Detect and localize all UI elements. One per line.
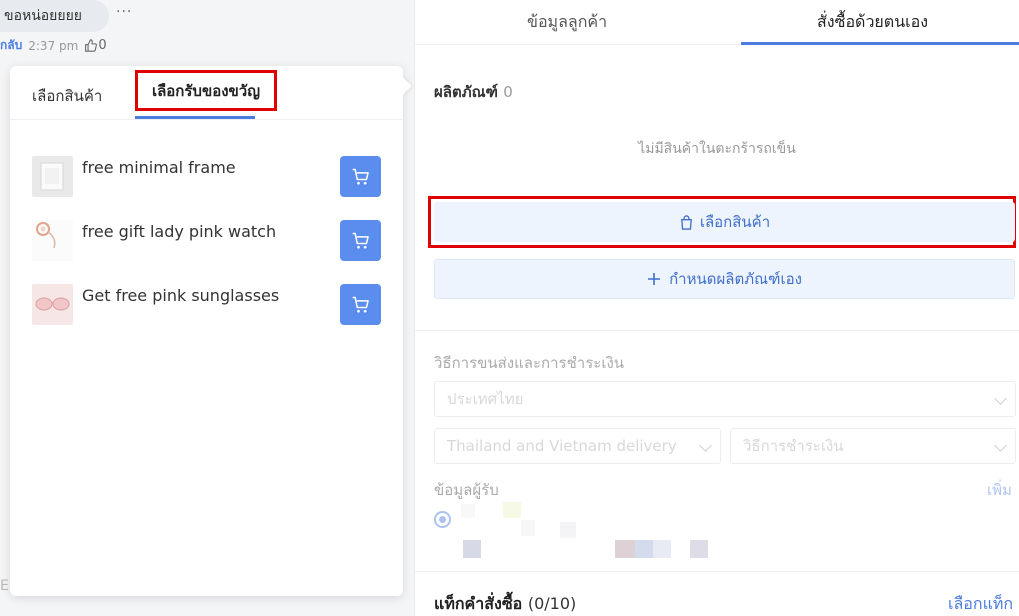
delivery-value: Thailand and Vietnam delivery bbox=[447, 437, 677, 455]
list-item: free minimal frame bbox=[32, 156, 382, 198]
product-name: free gift lady pink watch bbox=[82, 222, 277, 241]
redacted-text bbox=[635, 540, 653, 558]
order-panel: ข้อมูลลูกค้า สั่งซื้อด้วยตนเอง ผลิตภัณฑ์… bbox=[414, 0, 1019, 616]
divider bbox=[415, 330, 1019, 331]
active-tab-indicator bbox=[741, 42, 1019, 45]
thumbs-up-icon bbox=[85, 39, 98, 52]
cart-icon bbox=[352, 168, 369, 185]
chat-input-hint[interactable]: E bbox=[0, 578, 9, 594]
more-options-icon[interactable]: ··· bbox=[116, 4, 132, 20]
like-count: 0 bbox=[98, 38, 107, 53]
plus-icon bbox=[648, 273, 661, 285]
add-to-cart-button[interactable] bbox=[340, 156, 381, 197]
select-product-button[interactable]: เลือกสินค้า bbox=[434, 202, 1015, 242]
payment-method-select[interactable]: วิธีการชำระเงิน bbox=[730, 428, 1016, 464]
redacted-text bbox=[690, 540, 708, 558]
tab-customer-info[interactable]: ข้อมูลลูกค้า bbox=[527, 10, 607, 35]
cart-icon bbox=[352, 296, 369, 313]
redacted-text bbox=[615, 540, 635, 558]
back-link[interactable]: กลับ bbox=[0, 36, 22, 55]
active-tab-indicator bbox=[135, 116, 255, 119]
chevron-down-icon bbox=[994, 439, 1007, 452]
select-tag-link[interactable]: เลือกแท็ก bbox=[948, 592, 1013, 616]
redacted-text bbox=[461, 504, 475, 518]
order-panel-tabs: ข้อมูลลูกค้า สั่งซื้อด้วยตนเอง bbox=[415, 0, 1019, 45]
divider bbox=[415, 571, 1019, 572]
chat-message-bubble: ขอหน่อยยยย bbox=[0, 0, 109, 32]
list-item: Get free pink sunglasses bbox=[32, 284, 382, 326]
products-section-title: ผลิตภัณฑ์ 0 bbox=[434, 80, 513, 104]
redacted-text bbox=[560, 522, 576, 538]
country-value: ประเทศไทย bbox=[447, 390, 524, 408]
message-meta: กลับ 2:37 pm 0 bbox=[0, 36, 107, 55]
tab-manual-order[interactable]: สั่งซื้อด้วยตนเอง bbox=[817, 10, 928, 35]
chevron-down-icon bbox=[699, 439, 712, 452]
add-to-cart-button[interactable] bbox=[340, 284, 381, 325]
custom-product-label: กำหนดผลิตภัณฑ์เอง bbox=[669, 270, 802, 288]
order-tags-count: (0/10) bbox=[527, 594, 577, 613]
delivery-method-select[interactable]: Thailand and Vietnam delivery bbox=[434, 428, 721, 464]
product-thumbnail-watch bbox=[32, 220, 73, 261]
product-thumbnail-frame bbox=[32, 156, 73, 197]
add-to-cart-button[interactable] bbox=[340, 220, 381, 261]
product-name: Get free pink sunglasses bbox=[82, 286, 280, 305]
empty-cart-message: ไม่มีสินค้าในตะกร้ารถเข็น bbox=[638, 141, 796, 157]
popup-tab-bar: เลือกสินค้า เลือกรับของขวัญ bbox=[10, 66, 403, 120]
shipping-title: วิธีการขนส่งและการชำระเงิน bbox=[434, 354, 625, 372]
custom-product-button[interactable]: กำหนดผลิตภัณฑ์เอง bbox=[434, 259, 1015, 299]
tab-select-gift[interactable]: เลือกรับของขวัญ bbox=[135, 70, 277, 111]
order-tags-title: แท็กคำสั่งซื้อ (0/10) bbox=[434, 592, 576, 616]
redacted-text bbox=[653, 540, 671, 558]
order-tags-label: แท็กคำสั่งซื้อ bbox=[434, 594, 523, 613]
payment-placeholder: วิธีการชำระเงิน bbox=[743, 437, 844, 455]
product-picker-popup: เลือกสินค้า เลือกรับของขวัญ free minimal… bbox=[10, 66, 403, 596]
message-time: 2:37 pm bbox=[28, 38, 79, 53]
product-name: free minimal frame bbox=[82, 158, 236, 177]
redacted-text bbox=[463, 540, 481, 558]
redacted-text bbox=[503, 502, 521, 518]
cart-icon bbox=[352, 232, 369, 249]
shopping-bag-icon bbox=[680, 214, 692, 230]
select-product-label: เลือกสินค้า bbox=[699, 213, 771, 231]
redacted-text bbox=[521, 520, 535, 536]
product-thumbnail-sunglasses bbox=[32, 284, 73, 325]
products-count: 0 bbox=[503, 83, 513, 101]
like-button[interactable]: 0 bbox=[84, 38, 107, 53]
country-select[interactable]: ประเทศไทย bbox=[434, 381, 1016, 417]
tab-select-product[interactable]: เลือกสินค้า bbox=[32, 84, 102, 108]
recipient-radio[interactable] bbox=[434, 511, 451, 528]
recipient-title: ข้อมูลผู้รับ bbox=[434, 481, 499, 499]
products-label: ผลิตภัณฑ์ bbox=[434, 83, 498, 101]
chevron-down-icon bbox=[994, 392, 1007, 405]
list-item: free gift lady pink watch bbox=[32, 220, 382, 262]
add-recipient-link[interactable]: เพิ่ม bbox=[987, 478, 1012, 502]
